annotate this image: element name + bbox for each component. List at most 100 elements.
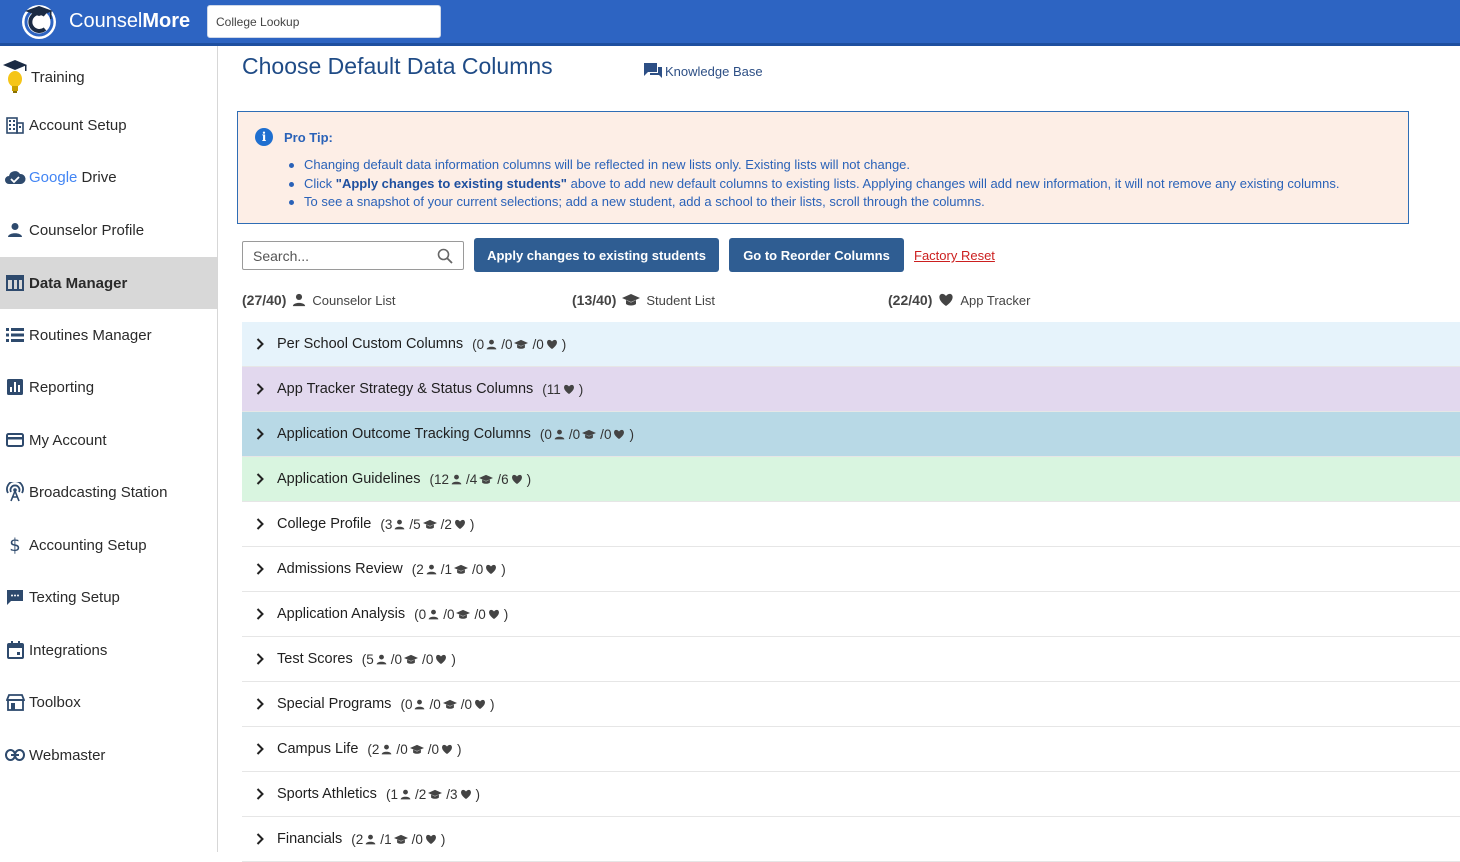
section-counts: ( 2/ 0/ 0) xyxy=(367,741,462,757)
grad-cap-icon xyxy=(422,519,437,529)
grad-cap-icon xyxy=(404,654,419,664)
sidebar-item-label: Routines Manager xyxy=(29,326,152,344)
section-row[interactable]: Campus Life ( 2/ 0/ 0) xyxy=(242,727,1460,772)
section-row[interactable]: Per School Custom Columns ( 0/ 0/ 0) xyxy=(242,322,1460,367)
pro-tip-title: Pro Tip: xyxy=(284,130,333,145)
chevron-right-icon[interactable] xyxy=(242,653,277,665)
person-icon xyxy=(395,519,405,529)
section-counts: ( 0/ 0/ 0) xyxy=(539,426,634,442)
section-row[interactable]: Application Guidelines ( 12/ 4/ 6) xyxy=(242,457,1460,502)
sidebar-item-counselor-profile[interactable]: Counselor Profile xyxy=(0,204,217,256)
sidebar-item-toolbox[interactable]: Toolbox xyxy=(0,676,217,728)
section-row[interactable]: Test Scores ( 5/ 0/ 0) xyxy=(242,637,1460,682)
heart-icon xyxy=(436,654,447,664)
chat-icon xyxy=(0,589,29,606)
sidebar-item-label: Toolbox xyxy=(29,693,81,711)
chevron-right-icon[interactable] xyxy=(242,428,277,440)
sidebar-item-accounting-setup[interactable]: $ Accounting Setup xyxy=(0,519,217,571)
heart-icon xyxy=(614,429,625,439)
table-icon xyxy=(0,275,29,291)
section-row[interactable]: College Profile ( 3/ 5/ 2) xyxy=(242,502,1460,547)
search-input[interactable] xyxy=(243,242,423,269)
column-sections-accordion: Per School Custom Columns ( 0/ 0/ 0) App T… xyxy=(242,322,1460,862)
chevron-right-icon[interactable] xyxy=(242,563,277,575)
grad-cap-icon xyxy=(479,474,494,484)
chevron-right-icon[interactable] xyxy=(242,698,277,710)
section-counts: ( 2/ 1/ 0) xyxy=(411,561,506,577)
chevron-right-icon[interactable] xyxy=(242,518,277,530)
sidebar-item-label: Broadcasting Station xyxy=(29,483,168,501)
page-title: Choose Default Data Columns xyxy=(242,53,553,79)
counselmore-logo-icon[interactable] xyxy=(19,1,59,41)
sidebar-item-reporting[interactable]: Reporting xyxy=(0,361,217,413)
sidebar-item-label: Google Drive xyxy=(29,168,117,186)
factory-reset-link[interactable]: Factory Reset xyxy=(914,248,995,263)
sidebar-item-webmaster[interactable]: Webmaster xyxy=(0,729,217,781)
pro-tip-panel: i Pro Tip: Changing default data informa… xyxy=(237,111,1409,224)
sidebar-item-my-account[interactable]: My Account xyxy=(0,414,217,466)
search-icon[interactable] xyxy=(437,248,453,264)
heart-icon xyxy=(488,609,499,619)
section-row[interactable]: Admissions Review ( 2/ 1/ 0) xyxy=(242,547,1460,592)
sidebar-item-broadcasting-station[interactable]: Broadcasting Station xyxy=(0,466,217,518)
section-counts: ( 0/ 0/ 0) xyxy=(472,336,567,352)
grad-cap-icon xyxy=(428,789,443,799)
sidebar-item-google-drive[interactable]: Google Drive xyxy=(0,151,217,203)
person-icon xyxy=(0,222,29,238)
graduation-bulb-icon xyxy=(0,59,29,95)
heart-icon xyxy=(511,474,522,484)
column-search xyxy=(242,241,464,270)
chevron-right-icon[interactable] xyxy=(242,833,277,845)
section-row[interactable]: Sports Athletics ( 1/ 2/ 3) xyxy=(242,772,1460,817)
section-row[interactable]: App Tracker Strategy & Status Columns ( 1… xyxy=(242,367,1460,412)
heart-icon xyxy=(486,564,497,574)
chevron-right-icon[interactable] xyxy=(242,338,277,350)
brand-name[interactable]: CounselMore xyxy=(69,10,190,33)
section-row[interactable]: Application Outcome Tracking Columns ( 0/… xyxy=(242,412,1460,457)
sidebar-item-training[interactable]: Training xyxy=(0,51,217,103)
chevron-right-icon[interactable] xyxy=(242,788,277,800)
building-icon xyxy=(0,116,29,134)
section-title: Sports Athletics xyxy=(277,786,377,802)
sidebar-item-texting-setup[interactable]: Texting Setup xyxy=(0,571,217,623)
chevron-right-icon[interactable] xyxy=(242,383,277,395)
person-icon xyxy=(428,609,439,619)
heart-icon xyxy=(546,339,557,349)
heart-icon xyxy=(442,744,452,754)
sidebar-item-integrations[interactable]: Integrations xyxy=(0,624,217,676)
sidebar-item-label: Accounting Setup xyxy=(29,536,147,554)
sidebar-item-data-manager[interactable]: Data Manager xyxy=(0,257,217,309)
chevron-right-icon[interactable] xyxy=(242,473,277,485)
person-icon xyxy=(426,564,437,574)
sidebar-item-routines-manager[interactable]: Routines Manager xyxy=(0,309,217,361)
section-row[interactable]: Financials ( 2/ 1/ 0) xyxy=(242,817,1460,862)
pro-tip-list: Changing default data information column… xyxy=(288,156,1339,212)
sidebar-item-label: Counselor Profile xyxy=(29,221,145,239)
section-row[interactable]: Application Analysis ( 0/ 0/ 0) xyxy=(242,592,1460,637)
person-icon xyxy=(554,429,565,439)
chevron-right-icon[interactable] xyxy=(242,608,277,620)
section-counts: ( 3/ 5/ 2) xyxy=(380,516,475,532)
sidebar-item-label: Reporting xyxy=(29,378,95,396)
section-title: Campus Life xyxy=(277,741,359,757)
top-bar: CounselMore xyxy=(0,0,1460,46)
person-icon xyxy=(382,744,392,754)
list-icon xyxy=(0,328,29,342)
sidebar-item-account-setup[interactable]: Account Setup xyxy=(0,99,217,151)
reorder-columns-button[interactable]: Go to Reorder Columns xyxy=(729,238,904,272)
section-counts: ( 11) xyxy=(542,381,584,397)
apply-changes-button[interactable]: Apply changes to existing students xyxy=(474,238,719,272)
bar-chart-icon xyxy=(0,379,29,395)
person-icon xyxy=(451,474,462,484)
sidebar-item-label: Texting Setup xyxy=(29,588,120,606)
college-lookup-input[interactable] xyxy=(207,5,441,38)
sidebar-item-label: Training xyxy=(31,68,85,86)
heart-icon xyxy=(475,699,485,709)
link-icon xyxy=(0,749,29,761)
pro-tip-item: Changing default data information column… xyxy=(288,156,1339,175)
grad-cap-icon xyxy=(409,744,424,754)
cloud-check-icon xyxy=(0,169,29,185)
chevron-right-icon[interactable] xyxy=(242,743,277,755)
section-row[interactable]: Special Programs ( 0/ 0/ 0) xyxy=(242,682,1460,727)
knowledge-base-link[interactable]: Knowledge Base xyxy=(643,62,763,80)
